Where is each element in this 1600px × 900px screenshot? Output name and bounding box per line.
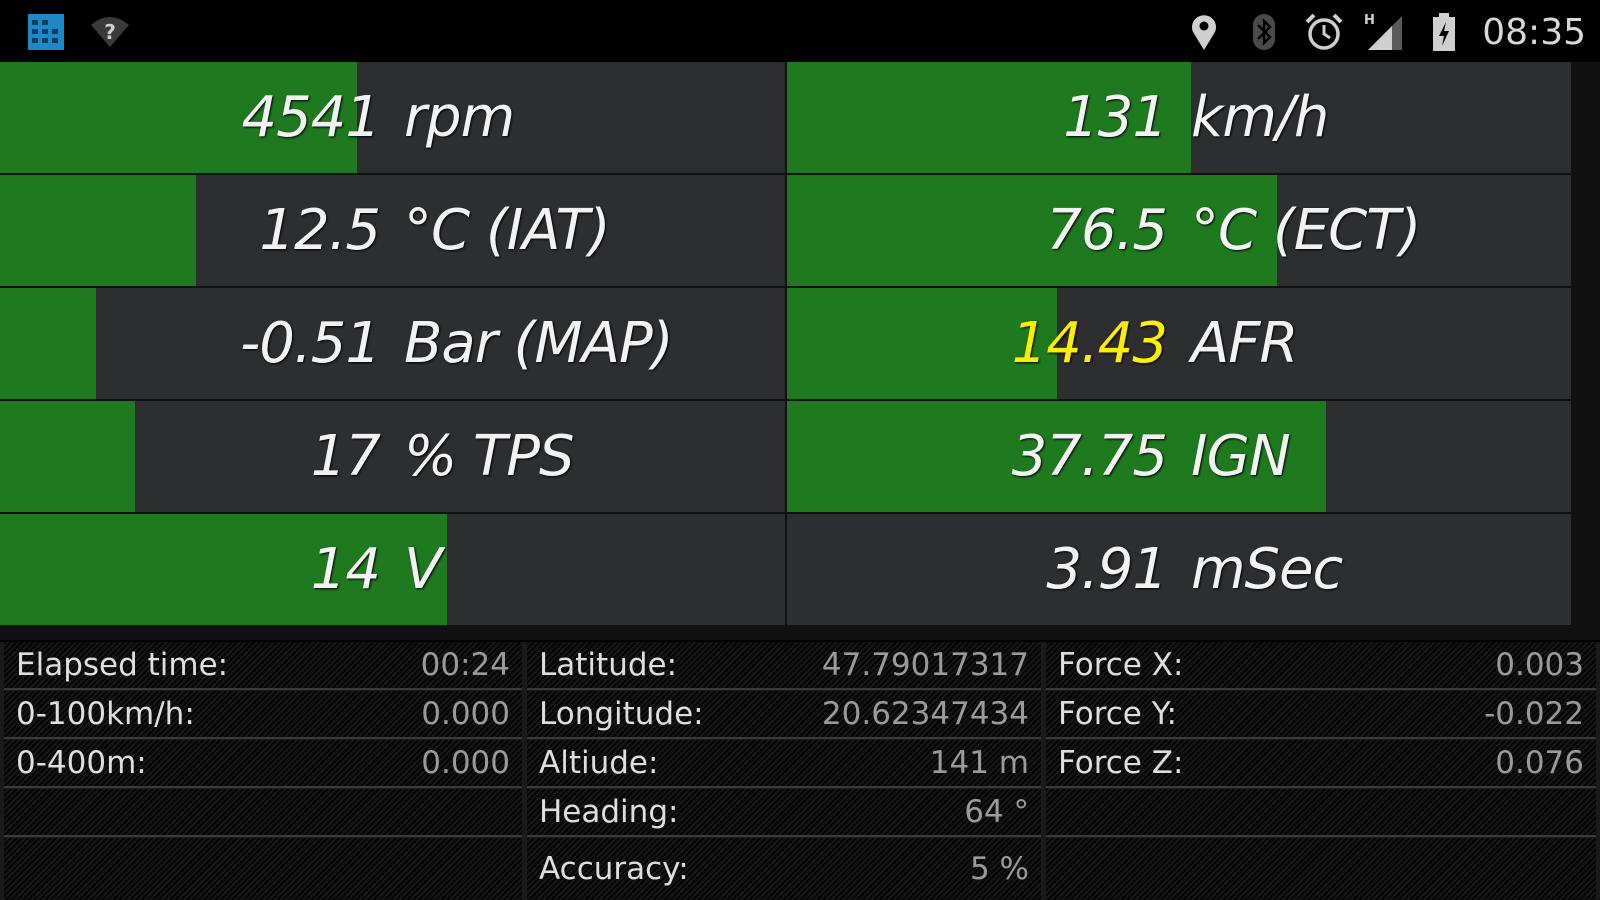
gauge-unit: V — [404, 537, 442, 602]
gauge-cell[interactable]: 12.5 °C (IAT) — [0, 175, 785, 286]
gauge-cell[interactable]: 3.91 mSec — [787, 514, 1571, 625]
timing-row: 0-100km/h: 0.000 — [4, 691, 522, 739]
info-panels: Elapsed time: 00:24 0-100km/h: 0.000 0-400m:… — [0, 642, 1600, 900]
gps-row: Heading: 64 ° — [527, 789, 1041, 837]
gauge-value: 131 — [1063, 85, 1168, 150]
signal-h-icon: H — [1362, 12, 1406, 52]
info-value: -0.022 — [1484, 696, 1584, 732]
gauge-unit: °C (IAT) — [404, 198, 611, 263]
force-row: Force Z: 0.076 — [1046, 740, 1596, 788]
timing-row: Elapsed time: 00:24 — [4, 642, 522, 690]
info-label: Force Z: — [1058, 745, 1184, 781]
location-icon — [1182, 12, 1226, 52]
gauge-cell[interactable]: 37.75 IGN — [787, 401, 1571, 512]
info-value: 47.79017317 — [821, 647, 1029, 683]
gauge-value: 37.75 — [1011, 424, 1168, 489]
timing-panel: Elapsed time: 00:24 0-100km/h: 0.000 0-400m:… — [4, 642, 522, 900]
gauge-value: 3.91 — [1046, 537, 1168, 602]
info-label: Force Y: — [1058, 696, 1177, 732]
info-value: 5 % — [969, 851, 1029, 887]
info-label: 0-100km/h: — [16, 696, 195, 732]
gauge-value: 14 — [310, 537, 381, 602]
gauge-unit: IGN — [1191, 424, 1291, 489]
info-value: 141 m — [929, 745, 1029, 781]
alarm-icon — [1302, 12, 1346, 52]
svg-text:H: H — [1364, 13, 1375, 28]
gps-row: Longitude: 20.62347434 — [527, 691, 1041, 739]
info-label: Longitude: — [539, 696, 704, 732]
info-label: Force X: — [1058, 647, 1184, 683]
force-panel: Force X: 0.003 Force Y: -0.022 Force Z: 0.076 — [1046, 642, 1596, 900]
info-label: Altiude: — [539, 745, 659, 781]
info-label: Accuracy: — [539, 851, 689, 887]
info-value: 0.076 — [1495, 745, 1584, 781]
gauge-unit: mSec — [1191, 537, 1343, 602]
gauge-value: 76.5 — [1046, 198, 1168, 263]
gauge-value: 17 — [310, 424, 381, 489]
timing-row — [4, 789, 522, 837]
gauge-unit: Bar (MAP) — [404, 311, 674, 376]
gauge-unit: km/h — [1191, 85, 1329, 150]
force-row — [1046, 789, 1596, 837]
bluetooth-icon — [1242, 12, 1286, 52]
wifi-question-icon: ? — [88, 12, 132, 52]
gauge-cell[interactable]: 131 km/h — [787, 62, 1571, 173]
gauge-cell[interactable]: 14.43 AFR — [787, 288, 1571, 399]
gps-panel: Latitude: 47.79017317 Longitude: 20.6234743… — [527, 642, 1041, 900]
app-grid-icon[interactable] — [24, 12, 68, 52]
info-label: Elapsed time: — [16, 647, 229, 683]
gauge-value: 14.43 — [1011, 311, 1168, 376]
gauge-unit: % TPS — [404, 424, 575, 489]
gauge-unit: rpm — [404, 85, 515, 150]
gauge-unit: AFR — [1191, 311, 1298, 376]
gauge-value: -0.51 — [240, 311, 381, 376]
info-label: 0-400m: — [16, 745, 147, 781]
gauge-value: 4541 — [241, 85, 381, 150]
force-row — [1046, 838, 1596, 900]
gauge-unit: °C (ECT) — [1191, 198, 1421, 263]
status-clock: 08:35 — [1482, 11, 1586, 53]
timing-row: 0-400m: 0.000 — [4, 740, 522, 788]
force-row: Force Y: -0.022 — [1046, 691, 1596, 739]
info-value: 0.003 — [1495, 647, 1584, 683]
gauge-cell[interactable]: 4541 rpm — [0, 62, 785, 173]
gps-row: Latitude: 47.79017317 — [527, 642, 1041, 690]
gauge-cell[interactable]: -0.51 Bar (MAP) — [0, 288, 785, 399]
info-value: 0.000 — [421, 696, 510, 732]
status-bar: ? H 08:35 — [0, 0, 1600, 62]
info-label: Heading: — [539, 794, 679, 830]
force-row: Force X: 0.003 — [1046, 642, 1596, 690]
gauge-cell[interactable]: 14 V — [0, 514, 785, 625]
gps-row: Accuracy: 5 % — [527, 838, 1041, 900]
gauge-grid: 4541 rpm 131 km/h 12.5 °C (IAT) 76.5 °C (ECT) -0… — [0, 62, 1600, 640]
info-value: 64 ° — [964, 794, 1029, 830]
info-label: Latitude: — [539, 647, 678, 683]
battery-charging-icon — [1422, 12, 1466, 52]
timing-row — [4, 838, 522, 900]
info-value: 00:24 — [420, 647, 510, 683]
gauge-cell[interactable]: 76.5 °C (ECT) — [787, 175, 1571, 286]
gauge-cell[interactable]: 17 % TPS — [0, 401, 785, 512]
svg-text:?: ? — [104, 20, 116, 44]
info-value: 20.62347434 — [821, 696, 1029, 732]
gauge-value: 12.5 — [259, 198, 381, 263]
gps-row: Altiude: 141 m — [527, 740, 1041, 788]
info-value: 0.000 — [421, 745, 510, 781]
